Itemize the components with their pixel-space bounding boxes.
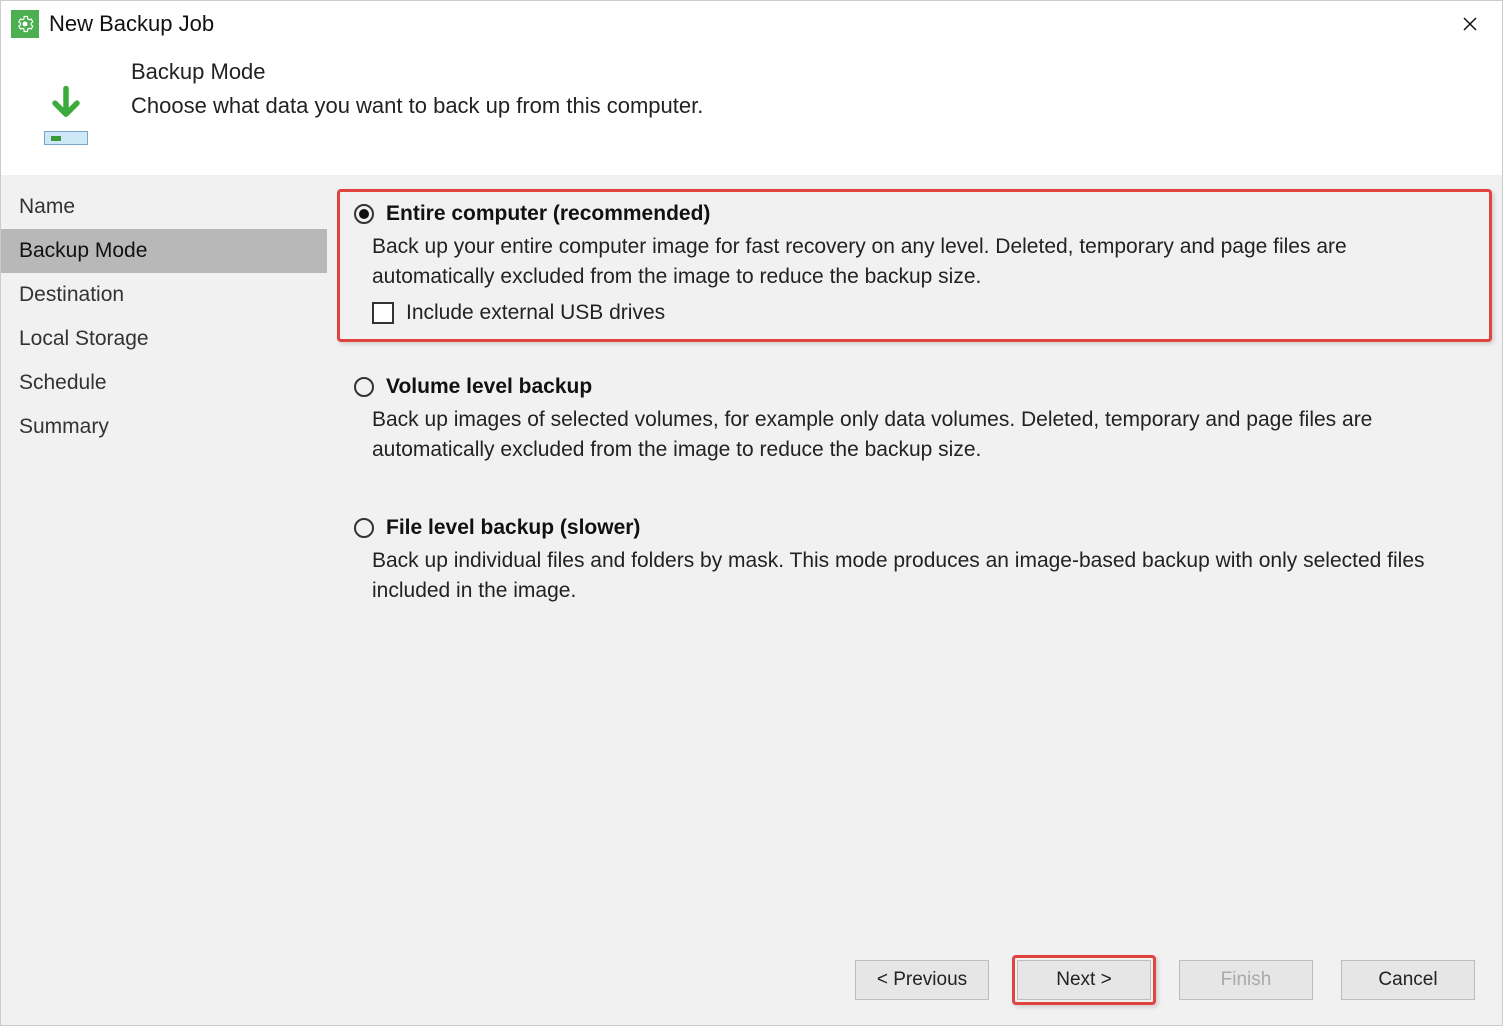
step-destination[interactable]: Destination <box>1 273 327 317</box>
finish-button: Finish <box>1179 960 1313 1000</box>
page-header: Backup Mode Choose what data you want to… <box>1 43 1502 175</box>
arrow-down-icon <box>44 83 88 127</box>
drive-icon <box>44 131 88 145</box>
option-file-level: File level backup (slower) Back up indiv… <box>337 503 1492 624</box>
option-entire-title: Entire computer (recommended) <box>386 202 710 226</box>
step-backup-mode[interactable]: Backup Mode <box>1 229 327 273</box>
option-volume-header[interactable]: Volume level backup <box>354 375 1475 399</box>
step-name[interactable]: Name <box>1 185 327 229</box>
previous-wrap: < Previous <box>850 955 994 1005</box>
checkbox-include-usb[interactable] <box>372 302 394 324</box>
content-pane: Entire computer (recommended) Back up yo… <box>327 175 1502 939</box>
radio-entire-computer[interactable] <box>354 204 374 224</box>
page-title: Backup Mode <box>131 59 703 85</box>
option-entire-computer: Entire computer (recommended) Back up yo… <box>337 189 1492 342</box>
option-entire-desc: Back up your entire computer image for f… <box>372 232 1475 293</box>
page-subtitle: Choose what data you want to back up fro… <box>131 93 703 119</box>
page-header-text: Backup Mode Choose what data you want to… <box>131 59 703 119</box>
step-summary[interactable]: Summary <box>1 405 327 449</box>
option-entire-header[interactable]: Entire computer (recommended) <box>354 202 1475 226</box>
wizard-steps: Name Backup Mode Destination Local Stora… <box>1 175 327 939</box>
option-file-header[interactable]: File level backup (slower) <box>354 516 1475 540</box>
close-icon <box>1461 15 1479 33</box>
option-file-desc: Back up individual files and folders by … <box>372 546 1475 607</box>
option-volume-desc: Back up images of selected volumes, for … <box>372 405 1475 466</box>
previous-button[interactable]: < Previous <box>855 960 989 1000</box>
next-wrap: Next > <box>1012 955 1156 1005</box>
include-usb-row[interactable]: Include external USB drives <box>372 301 1475 325</box>
next-button[interactable]: Next > <box>1017 960 1151 1000</box>
radio-volume-level[interactable] <box>354 377 374 397</box>
step-local-storage[interactable]: Local Storage <box>1 317 327 361</box>
backup-mode-icon <box>31 83 101 145</box>
close-button[interactable] <box>1450 9 1490 39</box>
option-file-title: File level backup (slower) <box>386 516 640 540</box>
step-schedule[interactable]: Schedule <box>1 361 327 405</box>
cancel-button[interactable]: Cancel <box>1341 960 1475 1000</box>
option-volume-level: Volume level backup Back up images of se… <box>337 362 1492 483</box>
wizard-footer: < Previous Next > Finish Cancel <box>1 939 1502 1025</box>
cancel-wrap: Cancel <box>1336 955 1480 1005</box>
finish-wrap: Finish <box>1174 955 1318 1005</box>
app-gear-icon <box>11 10 39 38</box>
radio-file-level[interactable] <box>354 518 374 538</box>
main-area: Name Backup Mode Destination Local Stora… <box>1 175 1502 939</box>
titlebar: New Backup Job <box>1 1 1502 43</box>
option-volume-title: Volume level backup <box>386 375 592 399</box>
checkbox-include-usb-label: Include external USB drives <box>406 301 665 325</box>
window-title: New Backup Job <box>49 11 214 37</box>
